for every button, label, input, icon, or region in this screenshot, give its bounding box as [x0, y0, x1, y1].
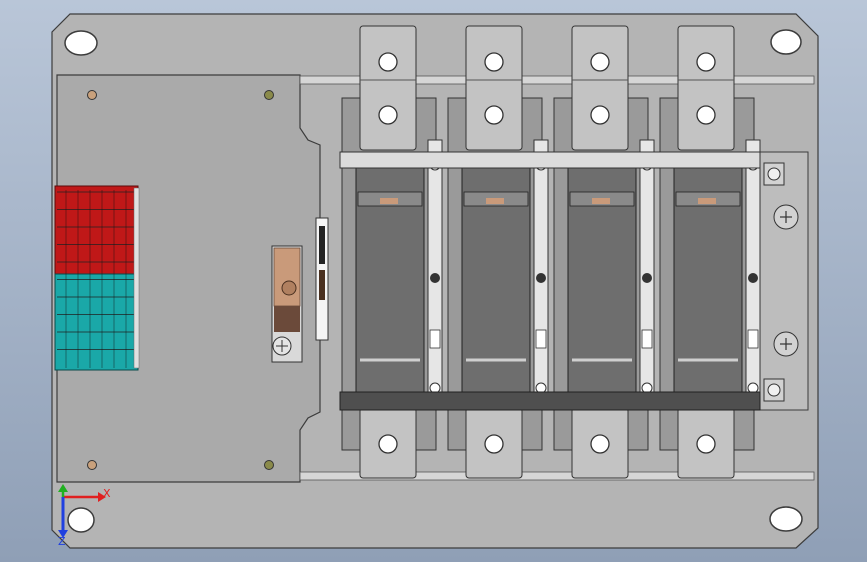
screw-icon: [264, 90, 274, 100]
mounting-hole-icon: [770, 29, 802, 55]
screw-icon: [763, 162, 785, 186]
assembly-drawing[interactable]: [0, 0, 867, 562]
upper-crossbar: [339, 151, 761, 169]
screw-icon: [773, 331, 799, 357]
screw-icon: [763, 378, 785, 402]
mounting-hole-icon: [64, 30, 98, 56]
cad-graphics-viewport[interactable]: X Z: [0, 0, 867, 562]
terminal-block-icon: [54, 185, 140, 371]
axis-x-label: X: [103, 487, 111, 500]
axis-z-label: Z: [58, 535, 66, 548]
screw-icon: [87, 460, 97, 470]
side-bracket: [757, 151, 809, 411]
lower-crossbar: [339, 391, 761, 411]
screw-icon: [773, 204, 799, 230]
mounting-hole-icon: [769, 506, 803, 532]
screw-icon: [87, 90, 97, 100]
screw-icon: [264, 460, 274, 470]
mounting-hole-icon: [67, 507, 95, 533]
